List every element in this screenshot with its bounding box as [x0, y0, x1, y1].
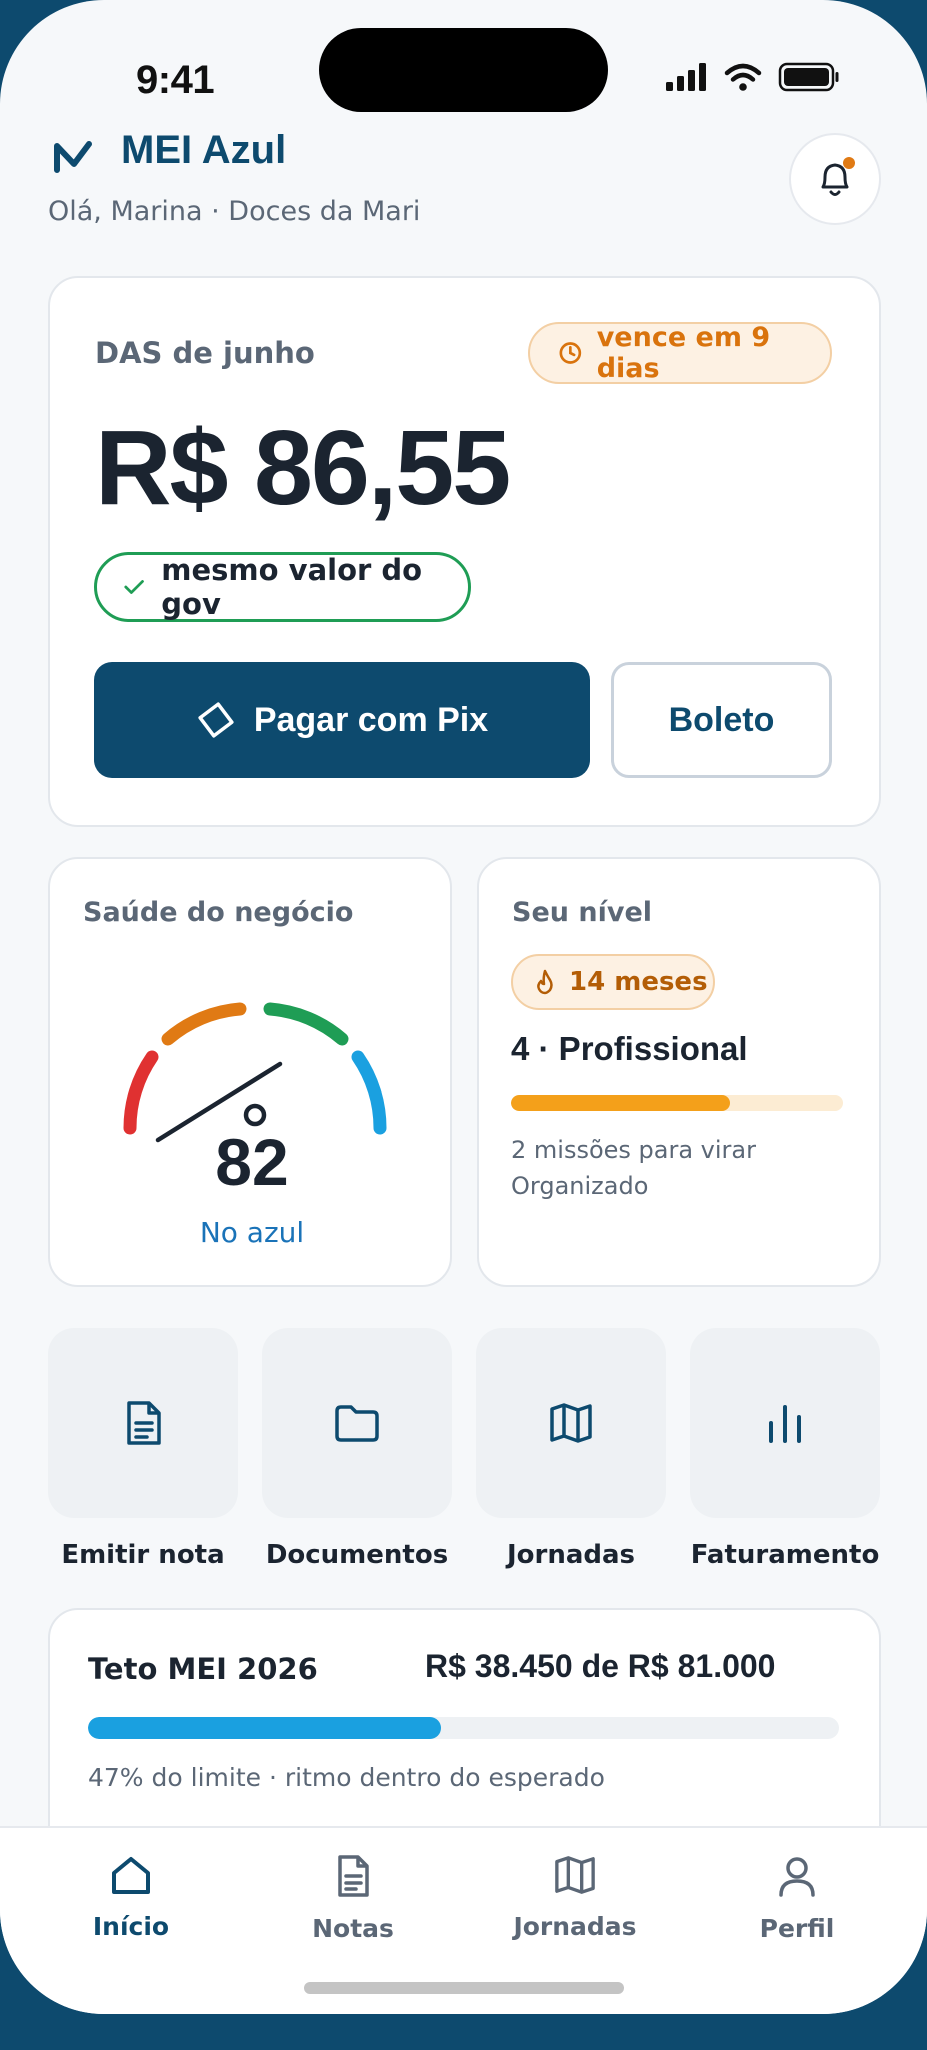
due-badge: vence em 9 dias [528, 322, 832, 384]
same-value-text: mesmo valor do gov [161, 553, 423, 621]
tab-label: Jornadas [513, 1912, 637, 1941]
health-score: 82 [215, 1125, 289, 1199]
health-gauge [123, 1002, 387, 1143]
action-faturamento[interactable]: Faturamento [690, 1328, 880, 1570]
action-tile [690, 1328, 880, 1518]
clock-icon [559, 342, 582, 364]
user-icon [779, 1857, 815, 1897]
boleto-button[interactable]: Boleto [611, 662, 832, 778]
pay-pix-label: Pagar com Pix [253, 700, 489, 739]
action-label: Jornadas [506, 1540, 636, 1570]
due-text: vence em 9 dias [596, 322, 771, 384]
gauge-segment-red [123, 1050, 159, 1135]
level-progress-fill [511, 1095, 731, 1111]
action-jornadas[interactable]: Jornadas [476, 1328, 666, 1570]
home-icon [112, 1857, 150, 1894]
home-indicator[interactable] [304, 1982, 624, 1994]
action-label: Emitir nota [61, 1540, 225, 1570]
tab-label: Início [92, 1912, 170, 1941]
streak-badge: 14 meses [511, 954, 715, 1010]
gauge-segment-orange [161, 1002, 247, 1046]
brand-name: MEI Azul [121, 128, 287, 172]
flame-icon [537, 969, 553, 995]
teto-progress-fill [88, 1717, 441, 1739]
gauge-segment-blue [351, 1050, 387, 1135]
action-tile [476, 1328, 666, 1518]
tab-label: Perfil [759, 1914, 835, 1943]
bar-chart-icon [769, 1405, 801, 1443]
document-icon [338, 1855, 369, 1897]
teto-progress-track [88, 1717, 839, 1739]
action-emitir-nota[interactable]: Emitir nota [48, 1328, 238, 1570]
action-label: Documentos [265, 1540, 449, 1570]
teto-note: 47% do limite · ritmo dentro do esperado [88, 1763, 605, 1792]
health-title: Saúde do negócio [83, 897, 354, 928]
notifications-button[interactable] [789, 133, 881, 225]
pix-icon [198, 702, 234, 738]
map-icon [555, 1856, 595, 1894]
same-value-badge: mesmo valor do gov [94, 552, 471, 622]
wifi-icon [724, 63, 762, 91]
level-note: 2 missões para virar Organizado [511, 1136, 756, 1200]
health-status: No azul [199, 1216, 305, 1249]
document-icon [127, 1401, 161, 1445]
action-documentos[interactable]: Documentos [262, 1328, 452, 1570]
action-label: Faturamento [690, 1540, 880, 1570]
gauge-segment-green [263, 1002, 349, 1046]
notification-dot [843, 157, 855, 169]
brand-logo-icon [54, 141, 92, 173]
map-icon [550, 1403, 592, 1443]
phone-screen: 9:41 MEI Azul Olá, Marina · Doces da Mar… [0, 0, 927, 2014]
tab-label: Notas [312, 1914, 394, 1943]
tab-notas[interactable]: Notas [263, 1854, 443, 1943]
dynamic-island [319, 28, 608, 112]
das-amount: R$ 86,55 [95, 409, 511, 527]
status-icons [664, 62, 840, 92]
tab-inicio[interactable]: Início [41, 1854, 221, 1941]
tab-jornadas[interactable]: Jornadas [485, 1854, 665, 1941]
pay-pix-button[interactable]: Pagar com Pix [94, 662, 590, 778]
streak-text: 14 meses [569, 967, 708, 997]
battery-icon [778, 62, 839, 92]
health-card[interactable]: Saúde do negócio 82 No azul [48, 857, 452, 1287]
level-name: 4 · Profissional [511, 1030, 748, 1067]
level-card[interactable]: Seu nível [477, 857, 881, 1287]
status-time: 9:41 [136, 58, 215, 102]
action-tile [262, 1328, 452, 1518]
teto-title: Teto MEI 2026 [88, 1652, 318, 1686]
action-tile [48, 1328, 238, 1518]
gauge-pivot [243, 1103, 267, 1127]
check-icon [124, 580, 144, 594]
signal-icon [666, 63, 706, 91]
level-title: Seu nível [512, 897, 653, 928]
tab-perfil[interactable]: Perfil [707, 1854, 887, 1943]
teto-value: R$ 38.450 de R$ 81.000 [425, 1648, 776, 1684]
level-progress-track [511, 1095, 843, 1111]
das-label: DAS de junho [95, 336, 315, 370]
greeting: Olá, Marina · Doces da Mari [48, 196, 421, 227]
folder-icon [335, 1405, 379, 1442]
